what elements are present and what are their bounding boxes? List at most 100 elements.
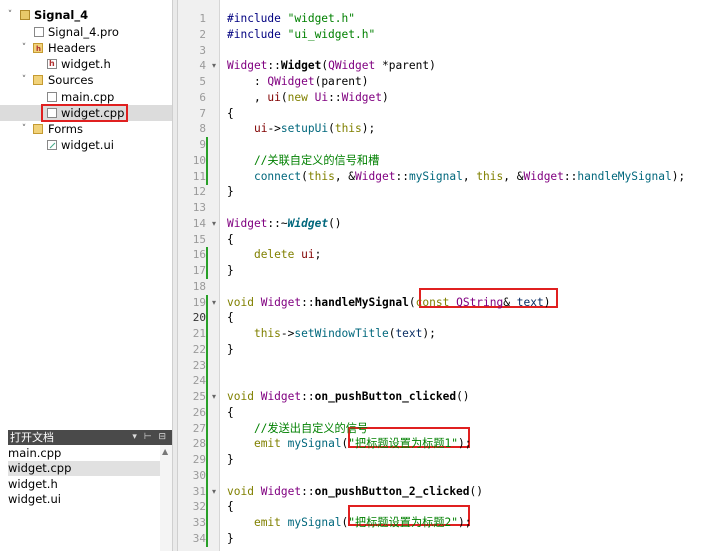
modified-line-marker [206, 153, 208, 169]
open-documents-scrollbar[interactable]: ▲ [160, 445, 172, 551]
code-line[interactable]: Widget::~Widget() [227, 216, 342, 232]
code-token: on_pushButton_2_clicked [314, 485, 470, 498]
tree-item-forms[interactable]: ˅ Forms [0, 121, 172, 137]
dropdown-icon[interactable]: ▾ [132, 432, 139, 442]
tree-item-widget-ui[interactable]: widget.ui [0, 137, 172, 153]
line-number: 27 [192, 422, 206, 435]
code-token: :: [301, 485, 315, 498]
code-line[interactable]: //关联自定义的信号和槽 [227, 153, 379, 169]
chevron-down-icon[interactable]: ˅ [19, 72, 29, 88]
open-doc-item[interactable]: widget.h [8, 477, 160, 492]
modified-line-marker [206, 484, 208, 500]
code-line[interactable]: #include "ui_widget.h" [227, 27, 375, 43]
modified-line-marker [206, 421, 208, 437]
code-line[interactable]: { [227, 499, 234, 515]
code-token: ( [280, 91, 288, 104]
fold-arrow-icon[interactable]: ▾ [209, 389, 219, 405]
code-line[interactable]: } [227, 342, 234, 358]
header-file-icon [47, 56, 57, 72]
open-doc-item[interactable]: widget.cpp [8, 461, 160, 476]
open-doc-item[interactable]: widget.ui [8, 492, 160, 507]
fold-arrow-icon[interactable]: ▾ [209, 216, 219, 232]
code-token: handleMySignal [577, 170, 672, 183]
fold-arrow-icon[interactable]: ▾ [209, 58, 219, 74]
split-icon[interactable]: ⊢ [144, 432, 154, 442]
modified-line-marker [206, 169, 208, 185]
open-doc-item[interactable]: main.cpp [8, 446, 160, 461]
open-doc-label: widget.cpp [8, 461, 72, 475]
code-token: this [334, 122, 362, 135]
line-number: 24 [192, 374, 206, 387]
line-number: 20 [192, 311, 206, 324]
code-token: ( [408, 296, 416, 309]
code-token: ); [458, 516, 472, 529]
code-line[interactable]: void Widget::on_pushButton_clicked() [227, 389, 470, 405]
line-number: 14 [192, 217, 206, 230]
code-token: new [287, 91, 308, 104]
chevron-down-icon[interactable]: ˅ [19, 40, 29, 56]
code-editor[interactable]: #include "widget.h" #include "ui_widget.h… [220, 0, 722, 551]
code-line[interactable]: { [227, 405, 234, 421]
line-number: 31 [192, 485, 206, 498]
code-token: } [227, 264, 234, 277]
code-line[interactable]: } [227, 263, 234, 279]
code-line[interactable]: emit mySignal("把标题设置为标题1"); [227, 436, 472, 452]
open-documents-title: 打开文档 [10, 431, 54, 444]
code-line[interactable]: { [227, 232, 234, 248]
code-token: () [328, 217, 342, 230]
code-token: setupUi [280, 122, 329, 135]
code-token: { [227, 107, 234, 120]
code-line[interactable]: delete ui; [227, 247, 321, 263]
code-line[interactable]: } [227, 452, 234, 468]
tree-item-project[interactable]: ˅ Signal_4 [0, 7, 172, 23]
code-token: ); [422, 327, 436, 340]
code-line[interactable]: //发送出自定义的信号 [227, 421, 368, 437]
code-token: ui [301, 248, 315, 261]
tree-item-headers[interactable]: ˅ Headers [0, 40, 172, 57]
code-token: connect [253, 170, 302, 183]
code-token: ) [543, 296, 551, 309]
code-line[interactable]: ui->setupUi(this); [227, 121, 375, 137]
code-line[interactable]: connect(this, &Widget::mySignal, this, &… [227, 169, 685, 185]
scroll-up-icon[interactable]: ▲ [162, 447, 168, 456]
code-line[interactable]: #include "widget.h" [227, 11, 355, 27]
code-line[interactable]: Widget::Widget(QWidget *parent) [227, 58, 436, 74]
tree-item-label: widget.ui [61, 138, 114, 152]
code-line[interactable]: , ui(new Ui::Widget) [227, 90, 389, 106]
code-token: Widget [227, 217, 268, 230]
fold-arrow-icon[interactable]: ▾ [209, 295, 219, 311]
code-line[interactable]: : QWidget(parent) [227, 74, 369, 90]
code-token: void [227, 485, 254, 498]
code-line[interactable]: { [227, 106, 234, 122]
line-number: 29 [192, 453, 206, 466]
code-line[interactable]: void Widget::handleMySignal(const QStrin… [227, 295, 550, 311]
line-number: 1 [199, 12, 206, 25]
code-line[interactable]: } [227, 531, 234, 547]
fold-arrow-icon[interactable]: ▾ [209, 484, 219, 500]
line-number: 10 [192, 154, 206, 167]
code-token: handleMySignal [314, 296, 409, 309]
code-line[interactable]: this->setWindowTitle(text); [227, 326, 436, 342]
close-panel-icon[interactable]: ⊟ [158, 432, 168, 442]
tree-item-widget-h[interactable]: widget.h [0, 56, 172, 72]
tree-item-pro-file[interactable]: Signal_4.pro [0, 24, 172, 40]
line-number: 18 [192, 280, 206, 293]
code-token: mySignal [408, 170, 463, 183]
tree-item-main-cpp[interactable]: main.cpp [0, 89, 172, 105]
tree-item-label: Signal_4.pro [48, 25, 119, 39]
open-doc-label: widget.h [8, 477, 58, 491]
chevron-down-icon[interactable]: ˅ [5, 7, 15, 23]
code-line[interactable]: { [227, 310, 234, 326]
code-line[interactable]: void Widget::on_pushButton_2_clicked() [227, 484, 483, 500]
tree-item-sources[interactable]: ˅ Sources [0, 72, 172, 88]
code-token: , & [503, 170, 524, 183]
code-token: //发送出自定义的信号 [227, 422, 369, 435]
code-token: :: [267, 59, 281, 72]
code-line[interactable]: } [227, 184, 234, 200]
chevron-down-icon[interactable]: ˅ [19, 121, 29, 137]
modified-line-marker [206, 263, 208, 279]
code-line[interactable]: emit mySignal("把标题设置为标题2"); [227, 515, 472, 531]
